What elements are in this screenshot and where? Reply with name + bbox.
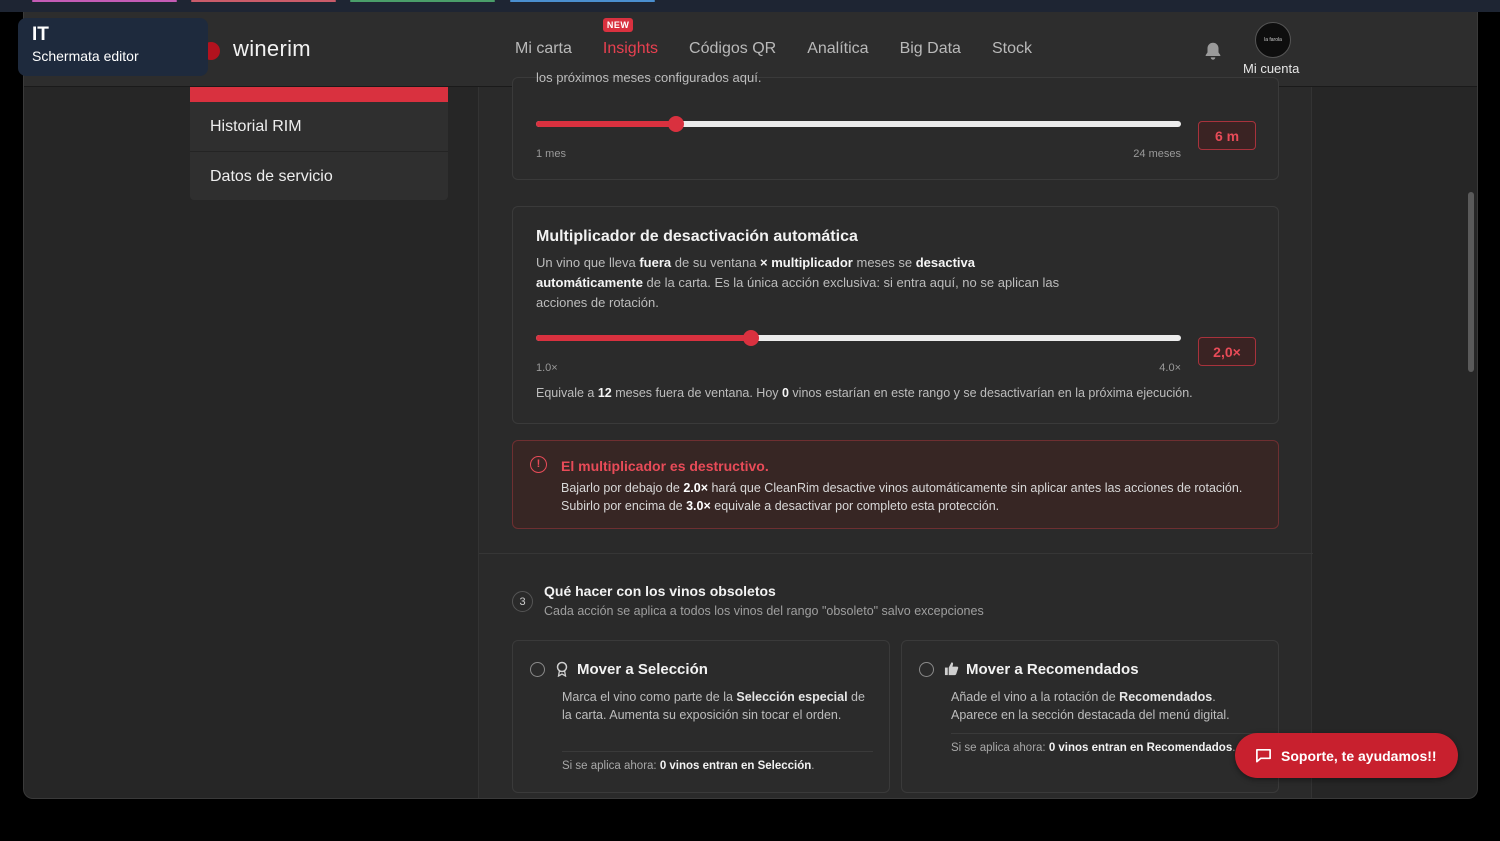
- slider-handle[interactable]: [743, 330, 759, 346]
- multiplier-equivalence: Equivale a 12 meses fuera de ventana. Ho…: [536, 386, 1193, 400]
- multiplier-slider[interactable]: [536, 330, 1181, 346]
- bell-icon[interactable]: [1202, 40, 1224, 62]
- page-scrollbar[interactable]: [1468, 192, 1474, 372]
- editor-language-overlay: IT Schermata editor: [18, 18, 208, 76]
- option-card-recomendados[interactable]: Mover a Recomendados Añade el vino a la …: [901, 640, 1279, 793]
- multiplier-value-box[interactable]: 2,0×: [1198, 337, 1256, 366]
- option-title: Mover a Selección: [577, 661, 708, 678]
- nav-item-mi-carta[interactable]: Mi carta: [515, 40, 572, 58]
- months-value-box[interactable]: 6 m: [1198, 121, 1256, 150]
- brand-name[interactable]: winerim: [233, 36, 311, 62]
- months-window-card: los próximos meses configurados aquí. 1 …: [512, 70, 1279, 180]
- account-label[interactable]: Mi cuenta: [1243, 61, 1299, 76]
- months-slider[interactable]: [536, 116, 1181, 132]
- nav-item-big-data[interactable]: Big Data: [900, 40, 961, 58]
- card-description: los próximos meses configurados aquí.: [536, 70, 762, 85]
- multiplier-description: Un vino que lleva fuera de su ventana × …: [536, 255, 1060, 310]
- nav-item-insights[interactable]: NEW Insights: [602, 18, 658, 58]
- chat-icon: [1256, 748, 1271, 763]
- option-description: Marca el vino como parte de la Selección…: [562, 690, 865, 722]
- new-badge: NEW: [602, 18, 634, 32]
- nav-item-analitica[interactable]: Analítica: [807, 40, 868, 58]
- slider-fill: [536, 121, 677, 127]
- browser-tab-strip: [0, 0, 1500, 12]
- support-chat-button[interactable]: Soporte, te ayudamos!!: [1235, 733, 1458, 778]
- slider-min-label: 1 mes: [536, 148, 566, 160]
- nav-item-stock[interactable]: Stock: [992, 40, 1032, 58]
- sidebar-item-datos-servicio[interactable]: Datos de servicio: [190, 151, 448, 200]
- slider-max-label: 24 meses: [1133, 148, 1181, 160]
- language-code: IT: [32, 24, 49, 45]
- award-icon: [556, 661, 568, 677]
- settings-sidebar: Historial RIM Datos de servicio: [190, 87, 448, 200]
- slider-handle[interactable]: [668, 116, 685, 132]
- option-title: Mover a Recomendados: [966, 661, 1139, 678]
- alert-text: Bajarlo por debajo de 2.0× hará que Clea…: [561, 481, 1243, 513]
- option-footer: Si se aplica ahora: 0 vinos entran en Se…: [562, 760, 815, 772]
- overlay-caption: Schermata editor: [32, 48, 139, 64]
- app-window: winerim Mi carta NEW Insights Códigos QR…: [23, 12, 1478, 799]
- support-label: Soporte, te ayudamos!!: [1281, 747, 1437, 764]
- option-description: Añade el vino a la rotación de Recomenda…: [951, 690, 1230, 722]
- slider-max-label: 4.0×: [1159, 362, 1181, 374]
- option-separator: [562, 751, 873, 752]
- multiplier-card: Multiplicador de desactivación automátic…: [512, 206, 1279, 424]
- option-footer: Si se aplica ahora: 0 vinos entran en Re…: [951, 742, 1236, 754]
- option-card-seleccion[interactable]: Mover a Selección Marca el vino como par…: [512, 640, 890, 793]
- account-avatar[interactable]: la farola: [1255, 22, 1291, 58]
- sidebar-item-historial-rim[interactable]: Historial RIM: [190, 102, 448, 151]
- alert-title: El multiplicador es destructivo.: [561, 458, 769, 474]
- destructive-alert: ! El multiplicador es destructivo. Bajar…: [512, 440, 1279, 529]
- slider-min-label: 1.0×: [536, 362, 558, 374]
- nav-item-codigos-qr[interactable]: Códigos QR: [689, 40, 776, 58]
- sidebar-active-item[interactable]: [190, 87, 448, 102]
- option-radio[interactable]: [530, 662, 545, 677]
- multiplier-title: Multiplicador de desactivación automátic…: [536, 228, 858, 245]
- step-subtitle: Cada acción se aplica a todos los vinos …: [544, 604, 984, 618]
- step-number: 3: [512, 591, 533, 612]
- option-separator: [951, 733, 1262, 734]
- slider-fill: [536, 335, 751, 341]
- main-content: los próximos meses configurados aquí. 1 …: [478, 70, 1313, 798]
- step-title: Qué hacer con los vinos obsoletos: [544, 583, 776, 599]
- alert-circle-icon: !: [530, 456, 547, 473]
- thumbs-up-icon: [944, 662, 959, 676]
- section-divider: [479, 553, 1313, 554]
- main-nav: Mi carta NEW Insights Códigos QR Analíti…: [515, 18, 1032, 58]
- option-radio[interactable]: [919, 662, 934, 677]
